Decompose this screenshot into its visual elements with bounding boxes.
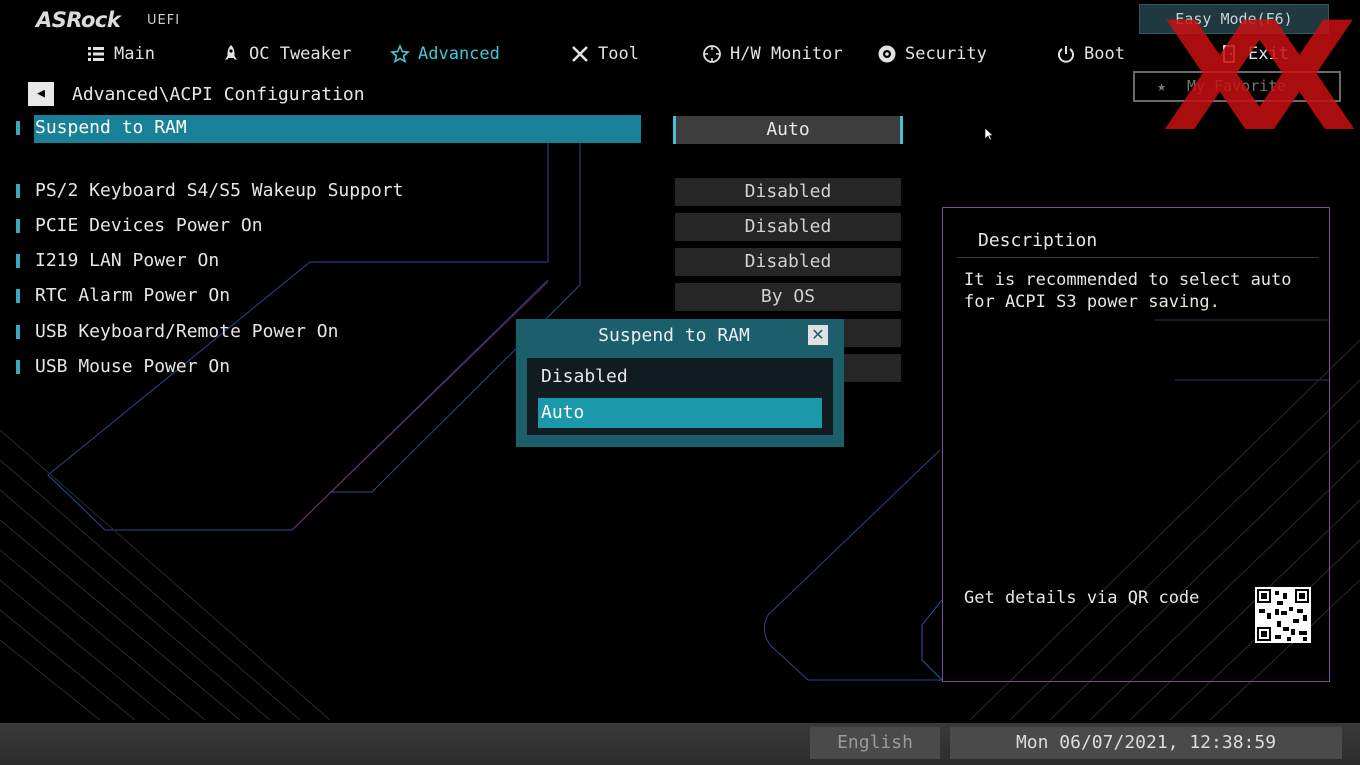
- power-icon: [1058, 46, 1074, 63]
- watermark-logo: XX: [1162, 0, 1357, 165]
- setting-label: RTC Alarm Power On: [35, 285, 231, 306]
- row-marker: [16, 289, 20, 303]
- setting-row[interactable]: Suspend to RAM: [0, 115, 660, 143]
- tab-advanced[interactable]: Advanced: [390, 42, 500, 66]
- tab-main-label: Main: [114, 44, 155, 64]
- rocket-icon: [225, 45, 237, 60]
- option-item[interactable]: Disabled: [538, 362, 822, 392]
- row-marker: [16, 121, 20, 135]
- back-arrow-icon: ◀: [37, 86, 45, 101]
- status-bar: English Mon 06/07/2021, 12:38:59: [0, 723, 1360, 765]
- description-text: It is recommended to select auto for ACP…: [964, 270, 1292, 312]
- row-marker: [16, 254, 20, 268]
- tab-boot[interactable]: Boot: [1056, 42, 1125, 66]
- divider: [957, 257, 1319, 258]
- monitor-icon: [703, 45, 721, 63]
- tab-tool[interactable]: Tool: [570, 42, 639, 66]
- list-icon: [88, 47, 104, 61]
- popup-title: Suspend to RAM: [598, 325, 750, 346]
- row-marker: [16, 360, 20, 374]
- option-list: Disabled Auto: [527, 358, 833, 435]
- setting-label: PCIE Devices Power On: [35, 215, 263, 236]
- tab-hw-monitor[interactable]: H/W Monitor: [702, 42, 843, 66]
- setting-label: PS/2 Keyboard S4/S5 Wakeup Support: [35, 180, 404, 201]
- row-marker: [16, 325, 20, 339]
- setting-value[interactable]: Disabled: [675, 213, 901, 241]
- description-heading: Description: [978, 230, 1098, 251]
- option-popup: Suspend to RAM ✕ Disabled Auto: [516, 319, 844, 447]
- tab-tool-label: Tool: [598, 44, 639, 64]
- tools-icon: [572, 46, 588, 62]
- datetime-display[interactable]: Mon 06/07/2021, 12:38:59: [950, 727, 1342, 759]
- setting-row[interactable]: RTC Alarm Power On: [0, 283, 660, 311]
- setting-value[interactable]: Auto: [673, 116, 903, 144]
- tab-advanced-label: Advanced: [418, 44, 500, 64]
- setting-label: Suspend to RAM: [35, 117, 187, 138]
- row-marker: [16, 219, 20, 233]
- qr-label: Get details via QR code: [964, 588, 1200, 608]
- tab-main[interactable]: Main: [86, 42, 155, 66]
- close-icon[interactable]: ✕: [808, 325, 828, 345]
- star-icon: [390, 44, 410, 64]
- uefi-label: UEFI: [147, 13, 181, 28]
- setting-label: USB Mouse Power On: [35, 356, 231, 377]
- setting-row[interactable]: I219 LAN Power On: [0, 248, 660, 276]
- back-button[interactable]: ◀: [28, 82, 54, 106]
- shield-icon: [878, 45, 896, 63]
- row-marker: [16, 184, 20, 198]
- qr-code-icon: [1255, 587, 1311, 643]
- tab-security[interactable]: Security: [877, 42, 987, 66]
- setting-label: USB Keyboard/Remote Power On: [35, 321, 339, 342]
- setting-row[interactable]: PS/2 Keyboard S4/S5 Wakeup Support: [0, 178, 660, 206]
- setting-value[interactable]: Disabled: [675, 248, 901, 276]
- setting-row[interactable]: PCIE Devices Power On: [0, 213, 660, 241]
- setting-value[interactable]: Disabled: [675, 178, 901, 206]
- setting-label: I219 LAN Power On: [35, 250, 220, 271]
- asrock-logo: ASRock: [36, 8, 121, 32]
- tab-boot-label: Boot: [1084, 44, 1125, 64]
- tab-oc-tweaker-label: OC Tweaker: [249, 44, 352, 64]
- tab-oc-tweaker[interactable]: OC Tweaker: [221, 42, 351, 66]
- tab-hw-monitor-label: H/W Monitor: [730, 44, 843, 64]
- tab-security-label: Security: [905, 44, 987, 64]
- option-item[interactable]: Auto: [538, 398, 822, 428]
- mouse-cursor-icon: [984, 127, 994, 141]
- setting-value[interactable]: By OS: [675, 283, 901, 311]
- breadcrumb: Advanced\ACPI Configuration: [72, 84, 365, 105]
- description-panel: Description It is recommended to select …: [942, 207, 1330, 682]
- language-button[interactable]: English: [810, 727, 940, 759]
